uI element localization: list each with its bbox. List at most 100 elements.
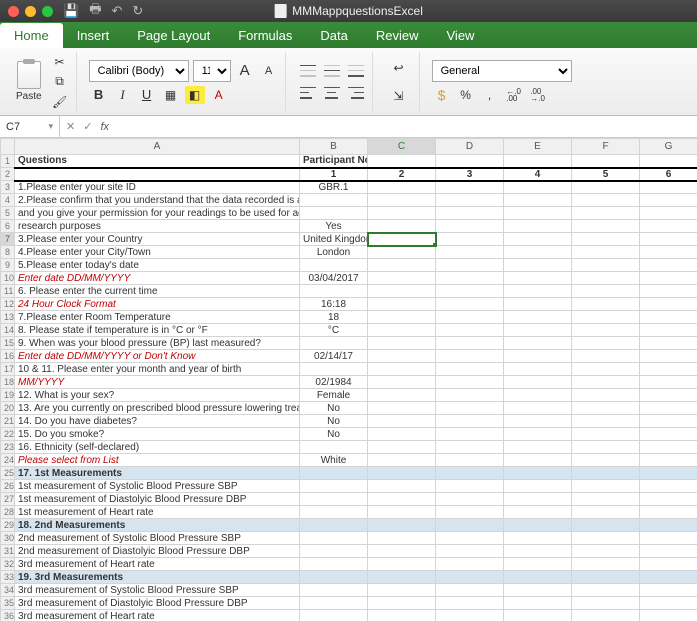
cell[interactable] <box>504 324 572 337</box>
cell[interactable] <box>504 415 572 428</box>
row-header[interactable]: 29 <box>1 519 15 532</box>
cell[interactable] <box>640 324 697 337</box>
cell[interactable] <box>572 545 640 558</box>
cell[interactable] <box>436 207 504 220</box>
cell[interactable] <box>436 389 504 402</box>
cell[interactable] <box>640 519 697 532</box>
row-header[interactable]: 25 <box>1 467 15 480</box>
cell[interactable] <box>504 220 572 233</box>
cell[interactable]: Questions <box>15 155 300 168</box>
cell[interactable] <box>504 597 572 610</box>
cell[interactable]: 3rd measurement of Diastolyic Blood Pres… <box>15 597 300 610</box>
cell[interactable] <box>436 402 504 415</box>
cell[interactable]: London <box>300 246 368 259</box>
cell[interactable]: 18 <box>300 311 368 324</box>
cell[interactable] <box>300 207 368 220</box>
cell[interactable] <box>640 571 697 584</box>
cell[interactable] <box>436 220 504 233</box>
row-header[interactable]: 19 <box>1 389 15 402</box>
cell[interactable] <box>504 233 572 246</box>
cell[interactable]: Participant No. <box>300 155 368 168</box>
percent-button[interactable]: % <box>456 86 476 104</box>
cell[interactable] <box>572 376 640 389</box>
cell[interactable] <box>572 194 640 207</box>
cell[interactable] <box>300 610 368 621</box>
cell[interactable] <box>572 259 640 272</box>
row-header[interactable]: 16 <box>1 350 15 363</box>
cell[interactable]: 7.Please enter Room Temperature <box>15 311 300 324</box>
number-format-select[interactable]: General <box>432 60 572 82</box>
cell[interactable] <box>572 272 640 285</box>
cell[interactable] <box>368 350 436 363</box>
cell[interactable] <box>436 441 504 454</box>
cell[interactable] <box>436 272 504 285</box>
cell[interactable] <box>368 259 436 272</box>
cell[interactable] <box>436 298 504 311</box>
cell[interactable]: 1st measurement of Heart rate <box>15 506 300 519</box>
row-header[interactable]: 27 <box>1 493 15 506</box>
tab-review[interactable]: Review <box>362 23 433 48</box>
paste-button[interactable]: Paste <box>12 59 46 104</box>
underline-button[interactable]: U <box>137 86 157 104</box>
cell[interactable] <box>572 311 640 324</box>
cell[interactable] <box>572 506 640 519</box>
cell[interactable]: 13. Are you currently on prescribed bloo… <box>15 402 300 415</box>
cell[interactable] <box>572 428 640 441</box>
cell[interactable]: 5.Please enter today's date <box>15 259 300 272</box>
cell[interactable] <box>368 558 436 571</box>
cell[interactable] <box>640 558 697 571</box>
cell[interactable]: 2.Please confirm that you understand tha… <box>15 194 300 207</box>
cell[interactable]: Yes <box>300 220 368 233</box>
row-header[interactable]: 36 <box>1 610 15 621</box>
cell[interactable]: GBR.1 <box>300 181 368 194</box>
cell[interactable]: United Kingdom <box>300 233 368 246</box>
cell[interactable] <box>436 155 504 168</box>
cell[interactable] <box>572 402 640 415</box>
tab-formulas[interactable]: Formulas <box>224 23 306 48</box>
select-all-corner[interactable] <box>1 139 15 155</box>
cell[interactable] <box>572 532 640 545</box>
cell[interactable] <box>436 467 504 480</box>
cell[interactable] <box>504 272 572 285</box>
cell[interactable] <box>300 194 368 207</box>
row-header[interactable]: 10 <box>1 272 15 285</box>
cell[interactable]: 2nd measurement of Diastolyic Blood Pres… <box>15 545 300 558</box>
row-header[interactable]: 23 <box>1 441 15 454</box>
cell[interactable] <box>640 337 697 350</box>
row-header[interactable]: 22 <box>1 428 15 441</box>
cell[interactable]: 1st measurement of Systolic Blood Pressu… <box>15 480 300 493</box>
cell[interactable]: 24 Hour Clock Format <box>15 298 300 311</box>
cell[interactable]: 1 <box>300 168 368 181</box>
cell[interactable] <box>368 220 436 233</box>
cell[interactable] <box>640 428 697 441</box>
cell[interactable] <box>436 428 504 441</box>
cell[interactable] <box>504 506 572 519</box>
format-painter-button[interactable]: 🖌 <box>50 93 70 111</box>
cell[interactable] <box>572 467 640 480</box>
cell[interactable]: MM/YYYY <box>15 376 300 389</box>
cell[interactable] <box>572 558 640 571</box>
cell[interactable] <box>300 441 368 454</box>
cell[interactable] <box>504 181 572 194</box>
cell[interactable]: 18. 2nd Measurements <box>15 519 300 532</box>
cell[interactable] <box>368 337 436 350</box>
cell[interactable] <box>368 519 436 532</box>
cell[interactable]: 10 & 11. Please enter your month and yea… <box>15 363 300 376</box>
cell[interactable] <box>572 493 640 506</box>
cell[interactable] <box>436 558 504 571</box>
cell[interactable] <box>504 519 572 532</box>
cell[interactable] <box>640 194 697 207</box>
row-header[interactable]: 2 <box>1 168 15 181</box>
cell[interactable] <box>640 454 697 467</box>
col-header-C[interactable]: C <box>368 139 436 155</box>
cell[interactable] <box>640 285 697 298</box>
cell[interactable] <box>572 246 640 259</box>
cell[interactable]: research purposes <box>15 220 300 233</box>
cell[interactable] <box>436 584 504 597</box>
cell[interactable]: 4.Please enter your City/Town <box>15 246 300 259</box>
cell[interactable] <box>436 181 504 194</box>
cell[interactable] <box>368 207 436 220</box>
row-header[interactable]: 21 <box>1 415 15 428</box>
cell[interactable] <box>368 285 436 298</box>
cell[interactable] <box>300 571 368 584</box>
